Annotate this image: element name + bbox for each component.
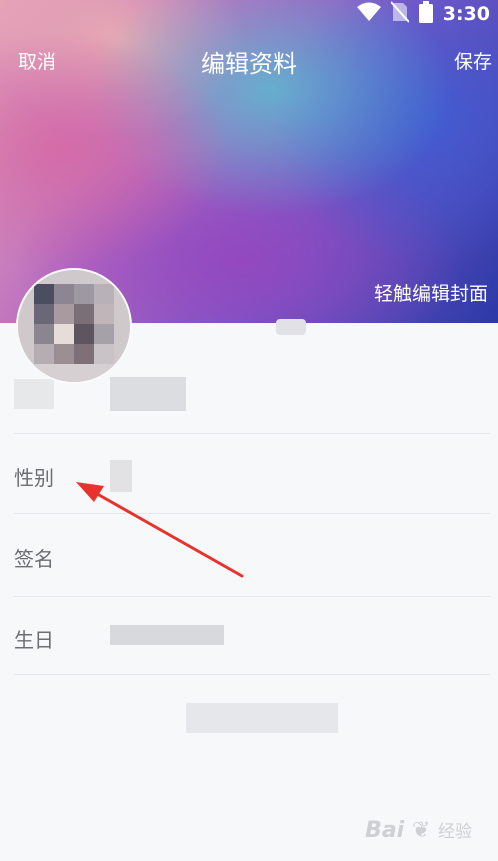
gender-value-redacted — [110, 460, 132, 492]
redacted-text — [186, 703, 338, 733]
nickname-value-redacted — [110, 377, 186, 411]
edit-profile-screen: 3:30 取消 编辑资料 保存 轻触编辑封面 性别 签名 生日 Bai ❦ 经验 — [0, 0, 498, 861]
birthday-label: 生日 — [14, 628, 54, 652]
edit-cover-button[interactable]: 轻触编辑封面 — [374, 279, 488, 306]
signature-row[interactable]: 签名 — [14, 513, 490, 596]
divider — [14, 674, 490, 676]
battery-icon — [418, 1, 433, 27]
gender-row[interactable]: 性别 — [14, 433, 490, 512]
avatar[interactable] — [16, 268, 132, 384]
wifi-icon — [356, 2, 381, 26]
paw-icon: ❦ — [411, 818, 431, 843]
profile-form: 性别 签名 生日 — [0, 319, 498, 861]
watermark-text: Bai — [365, 818, 405, 843]
redaction-block — [276, 319, 306, 335]
gender-label: 性别 — [14, 466, 54, 490]
no-sim-icon — [389, 1, 410, 27]
status-bar: 3:30 — [356, 0, 498, 28]
signature-label: 签名 — [14, 547, 54, 571]
birthday-value-redacted — [110, 625, 224, 645]
redaction-block — [14, 379, 54, 409]
status-time: 3:30 — [442, 3, 490, 25]
watermark-suffix: 经验 — [438, 822, 472, 842]
birthday-row[interactable]: 生日 — [14, 596, 490, 675]
watermark-logo: Bai ❦ 经验 — [365, 817, 472, 843]
save-button[interactable]: 保存 — [454, 47, 492, 74]
cancel-button[interactable]: 取消 — [18, 47, 56, 74]
